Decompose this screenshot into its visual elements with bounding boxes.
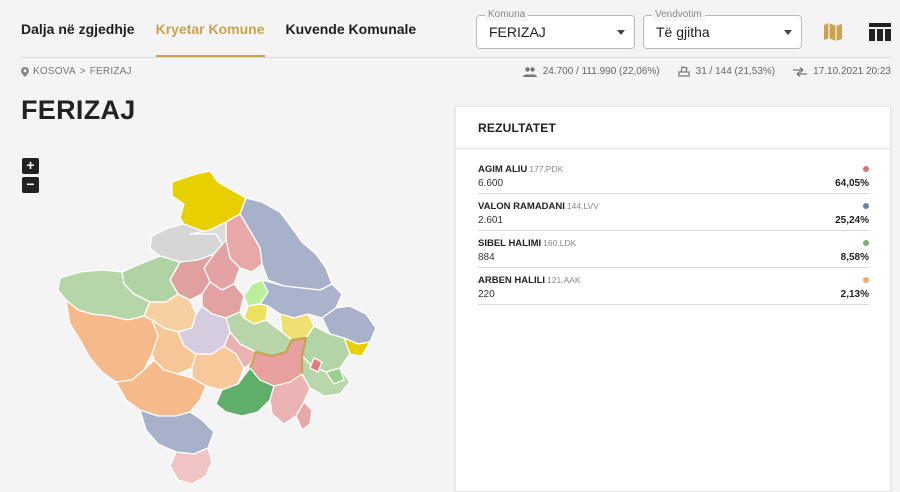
zoom-out-button[interactable]: −: [22, 177, 39, 193]
tab-dalja-ne-zgjedhje[interactable]: Dalja në zgjedhje: [21, 0, 135, 58]
ballot-box-icon: [678, 66, 690, 77]
turnout-stat: 24.700 / 111.990 (22,06%): [522, 66, 660, 77]
candidate-percent: 25,24%: [835, 215, 869, 226]
candidate-percent: 2,13%: [840, 289, 869, 300]
people-icon: [522, 66, 537, 77]
tab-kryetar-komune[interactable]: Kryetar Komune: [155, 0, 265, 58]
stations-stat: 31 / 144 (21,53%): [678, 66, 776, 77]
breadcrumb-current: FERIZAJ: [89, 66, 132, 77]
komuna-select[interactable]: Komuna FERIZAJ: [476, 9, 635, 49]
candidate-party: 160.LDK: [543, 238, 577, 248]
stats-bar: 24.700 / 111.990 (22,06%) 31 / 144 (21,5…: [505, 66, 891, 77]
municipality-dragash[interactable]: [139, 409, 215, 455]
breadcrumb: KOSOVA > FERIZAJ: [21, 66, 132, 77]
chevron-down-icon: [784, 30, 792, 35]
party-color-dot: [863, 203, 869, 209]
table-view-button[interactable]: [868, 21, 892, 43]
updated-stat: 17.10.2021 20:23: [793, 66, 891, 77]
party-color-dot: [863, 277, 869, 283]
party-color-dot: [863, 240, 869, 246]
map-icon: [824, 23, 842, 41]
candidate-name: ARBEN HALILI 121.AAK: [478, 275, 581, 286]
candidate-name: AGIM ALIU 177.PDK: [478, 164, 564, 175]
kosovo-municipality-map[interactable]: [40, 168, 410, 490]
breadcrumb-separator: >: [79, 66, 86, 77]
tab-kuvende-komunale[interactable]: Kuvende Komunale: [286, 0, 417, 58]
party-color-dot: [863, 166, 869, 172]
candidate-name: VALON RAMADANI 144.LVV: [478, 201, 599, 212]
breadcrumb-root[interactable]: KOSOVA: [33, 66, 76, 77]
chevron-down-icon: [617, 30, 625, 35]
candidate-party: 177.PDK: [529, 164, 564, 174]
zoom-in-button[interactable]: +: [22, 158, 39, 174]
top-bar: Dalja në zgjedhje Kryetar Komune Kuvende…: [0, 0, 900, 58]
komuna-select-value: FERIZAJ: [489, 24, 546, 40]
turnout-value: 24.700 / 111.990 (22,06%): [542, 66, 660, 77]
candidate-votes: 220: [478, 289, 495, 300]
candidate-party: 144.LVV: [566, 201, 599, 211]
municipality-dragash-south[interactable]: [169, 447, 213, 485]
candidate-votes: 6.600: [478, 178, 504, 189]
candidate-row[interactable]: AGIM ALIU 177.PDK 6.600 64,05%: [478, 157, 869, 194]
updated-value: 17.10.2021 20:23: [813, 66, 891, 77]
candidate-party: 121.AAK: [547, 275, 581, 285]
results-card: REZULTATET AGIM ALIU 177.PDK 6.600 64,05%…: [455, 106, 891, 492]
vendvotim-select-value: Të gjitha: [656, 24, 710, 40]
vendvotim-select[interactable]: Vendvotim Të gjitha: [643, 9, 802, 49]
sync-arrows-icon: [793, 66, 808, 77]
candidate-name: SIBEL HALIMI 160.LDK: [478, 238, 577, 249]
header-divider: [21, 57, 891, 58]
candidate-row[interactable]: VALON RAMADANI 144.LVV 2.601 25,24%: [478, 194, 869, 231]
candidate-row[interactable]: SIBEL HALIMI 160.LDK 884 8,58%: [478, 231, 869, 268]
stations-value: 31 / 144 (21,53%): [695, 66, 776, 77]
map-view-button[interactable]: [822, 21, 846, 43]
table-icon: [869, 23, 891, 41]
page-title: FERIZAJ: [21, 95, 136, 125]
main-nav: Dalja në zgjedhje Kryetar Komune Kuvende…: [21, 0, 437, 58]
results-title: REZULTATET: [456, 107, 890, 149]
candidate-percent: 8,58%: [840, 252, 869, 263]
location-pin-icon: [21, 66, 29, 77]
candidate-row[interactable]: ARBEN HALILI 121.AAK 220 2,13%: [478, 268, 869, 305]
candidate-votes: 2.601: [478, 215, 504, 226]
candidate-votes: 884: [478, 252, 495, 263]
candidate-percent: 64,05%: [835, 178, 869, 189]
